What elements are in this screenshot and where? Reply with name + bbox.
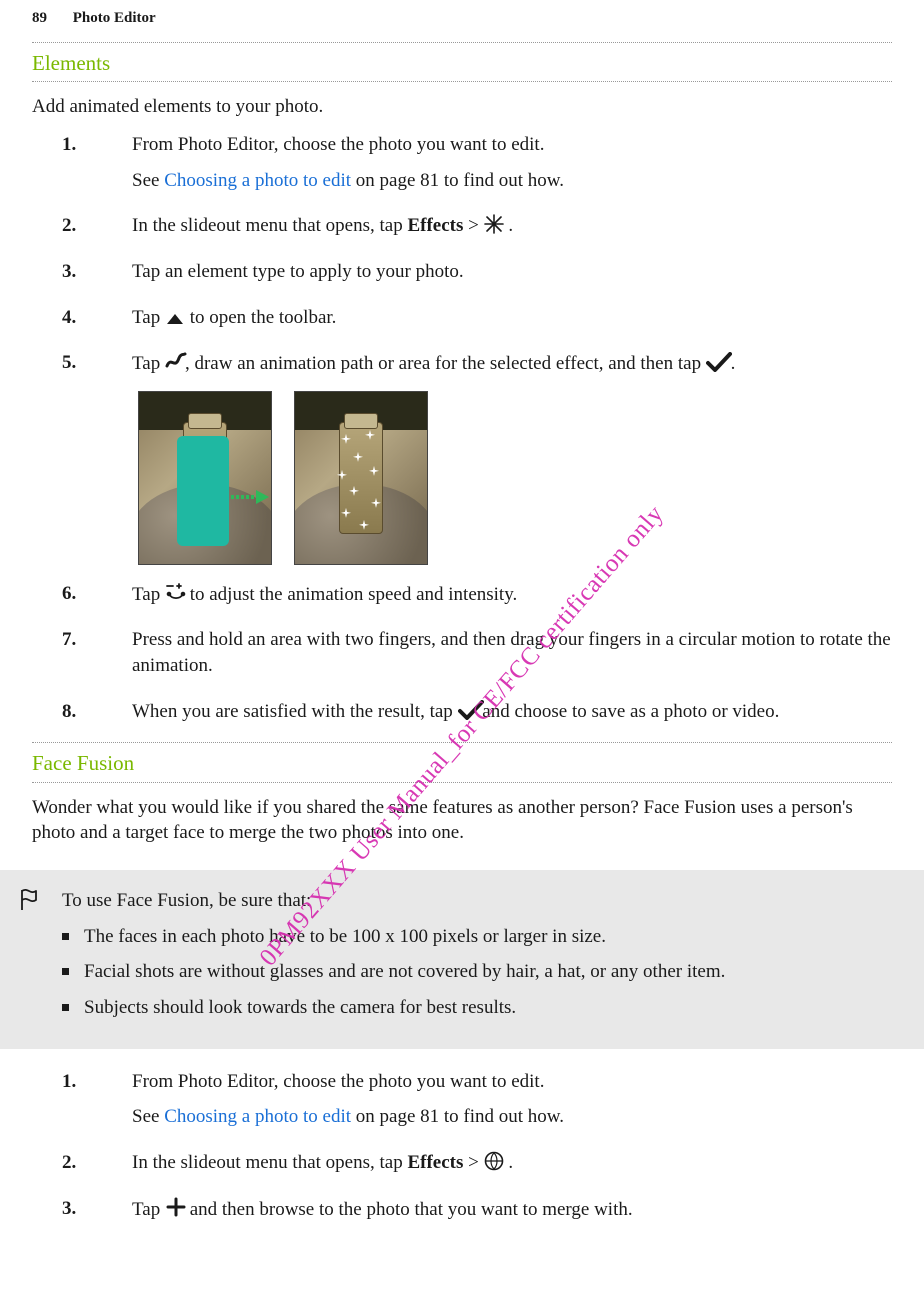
face-fusion-effect-icon	[484, 1151, 504, 1171]
step: 6. Tap to adjust the animation speed and…	[32, 581, 892, 616]
step-body: Tap to adjust the animation speed and in…	[132, 581, 892, 616]
page-header: 89 Photo Editor	[32, 8, 892, 28]
text: on page 81 to find out how.	[351, 170, 564, 191]
text: >	[463, 215, 483, 236]
text: See	[132, 1106, 164, 1127]
step-text: From Photo Editor, choose the photo you …	[132, 132, 892, 158]
step-text: In the slideout menu that opens, tap Eff…	[132, 213, 892, 239]
list-item: Subjects should look towards the camera …	[62, 995, 892, 1021]
step-body: Tap and then browse to the photo that yo…	[132, 1196, 892, 1231]
step-number: 7.	[32, 627, 114, 686]
step-number: 2.	[32, 1150, 114, 1184]
example-image-after	[294, 391, 428, 565]
choosing-photo-link[interactable]: Choosing a photo to edit	[164, 170, 351, 191]
step-text: Press and hold an area with two fingers,…	[132, 627, 892, 678]
choosing-photo-link[interactable]: Choosing a photo to edit	[164, 1106, 351, 1127]
step-number: 4.	[32, 305, 114, 339]
info-flag-icon	[18, 888, 40, 912]
list-item: The faces in each photo have to be 100 x…	[62, 924, 892, 950]
step-subtext: See Choosing a photo to edit on page 81 …	[132, 168, 892, 194]
example-image-before	[138, 391, 272, 565]
step: 2. In the slideout menu that opens, tap …	[32, 213, 892, 247]
text: on page 81 to find out how.	[351, 1106, 564, 1127]
text: and then browse to the photo that you wa…	[185, 1199, 633, 1220]
text: Tap	[132, 307, 165, 328]
step-body: When you are satisfied with the result, …	[132, 699, 892, 733]
page-number: 89	[32, 10, 47, 26]
text: .	[504, 1152, 514, 1173]
chapter-title: Photo Editor	[73, 10, 156, 26]
checkmark-icon	[706, 352, 726, 372]
step-text: Tap an element type to apply to your pho…	[132, 259, 892, 285]
step-number: 3.	[32, 1196, 114, 1231]
effects-label: Effects	[407, 215, 463, 236]
text: Tap	[132, 584, 165, 605]
text: , draw an animation path or area for the…	[185, 353, 706, 374]
step-number: 1.	[32, 132, 114, 201]
elements-heading: Elements	[32, 42, 892, 82]
step-text: Tap and then browse to the photo that yo…	[132, 1196, 892, 1223]
text: .	[504, 215, 514, 236]
face-fusion-info-box: To use Face Fusion, be sure that: The fa…	[0, 870, 924, 1049]
elements-steps: 1. From Photo Editor, choose the photo y…	[32, 132, 892, 732]
step: 5. Tap , draw an animation path or area …	[32, 350, 892, 569]
step: 4. Tap to open the toolbar.	[32, 305, 892, 339]
step-body: Tap , draw an animation path or area for…	[132, 350, 892, 569]
text: When you are satisfied with the result, …	[132, 701, 458, 722]
text: In the slideout menu that opens, tap	[132, 1152, 407, 1173]
step-number: 8.	[32, 699, 114, 733]
elements-intro: Add animated elements to your photo.	[32, 94, 892, 120]
info-lead: To use Face Fusion, be sure that:	[62, 888, 892, 914]
step-number: 6.	[32, 581, 114, 616]
draw-path-icon	[165, 350, 185, 370]
text: In the slideout menu that opens, tap	[132, 215, 407, 236]
step-body: Tap an element type to apply to your pho…	[132, 259, 892, 293]
step-body: In the slideout menu that opens, tap Eff…	[132, 213, 892, 247]
list-item: Facial shots are without glasses and are…	[62, 959, 892, 985]
step: 2. In the slideout menu that opens, tap …	[32, 1150, 892, 1184]
step-subtext: See Choosing a photo to edit on page 81 …	[132, 1104, 892, 1130]
step-body: Tap to open the toolbar.	[132, 305, 892, 339]
step: 3. Tap an element type to apply to your …	[32, 259, 892, 293]
step: 1. From Photo Editor, choose the photo y…	[32, 132, 892, 201]
step-body: From Photo Editor, choose the photo you …	[132, 132, 892, 201]
text: See	[132, 170, 164, 191]
text: >	[463, 1152, 483, 1173]
plus-icon	[165, 1196, 185, 1216]
step-text: Tap , draw an animation path or area for…	[132, 350, 892, 377]
step: 8. When you are satisfied with the resul…	[32, 699, 892, 733]
step-text: Tap to adjust the animation speed and in…	[132, 581, 892, 608]
sparkle-icon	[484, 214, 504, 234]
step-body: Press and hold an area with two fingers,…	[132, 627, 892, 686]
step-body: From Photo Editor, choose the photo you …	[132, 1069, 892, 1138]
step-number: 2.	[32, 213, 114, 247]
step: 1. From Photo Editor, choose the photo y…	[32, 1069, 892, 1138]
step-body: In the slideout menu that opens, tap Eff…	[132, 1150, 892, 1184]
face-fusion-steps: 1. From Photo Editor, choose the photo y…	[32, 1069, 892, 1231]
text: Tap	[132, 1199, 165, 1220]
step-text: Tap to open the toolbar.	[132, 305, 892, 331]
example-image-pair	[138, 391, 892, 565]
step-text: When you are satisfied with the result, …	[132, 699, 892, 725]
effects-label: Effects	[407, 1152, 463, 1173]
drag-arrow-icon	[231, 486, 269, 500]
adjust-speed-icon	[165, 581, 185, 601]
step: 3. Tap and then browse to the photo that…	[32, 1196, 892, 1231]
step-number: 5.	[32, 350, 114, 569]
face-fusion-heading: Face Fusion	[32, 742, 892, 782]
open-toolbar-icon	[165, 306, 185, 326]
text: and choose to save as a photo or video.	[478, 701, 780, 722]
text: to adjust the animation speed and intens…	[185, 584, 517, 605]
info-bullets: The faces in each photo have to be 100 x…	[62, 924, 892, 1021]
step-number: 3.	[32, 259, 114, 293]
step: 7. Press and hold an area with two finge…	[32, 627, 892, 686]
step-text: In the slideout menu that opens, tap Eff…	[132, 1150, 892, 1176]
face-fusion-intro: Wonder what you would like if you shared…	[32, 795, 892, 846]
text: Tap	[132, 353, 165, 374]
step-number: 1.	[32, 1069, 114, 1138]
step-text: From Photo Editor, choose the photo you …	[132, 1069, 892, 1095]
checkmark-icon	[458, 700, 478, 720]
text: to open the toolbar.	[185, 307, 336, 328]
page-content: Elements Add animated elements to your p…	[32, 42, 892, 1240]
